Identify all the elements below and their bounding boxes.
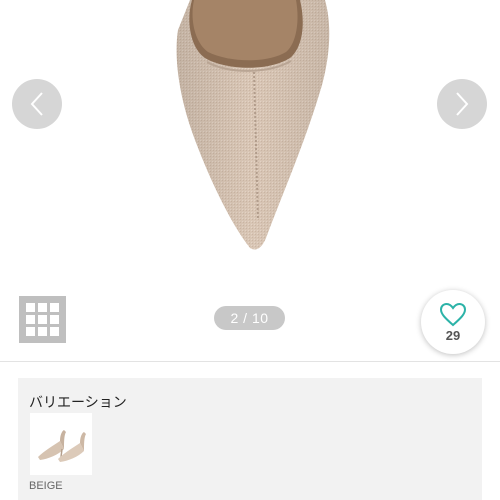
grid-icon	[26, 303, 35, 312]
previous-image-button[interactable]	[12, 79, 62, 129]
chevron-right-icon	[456, 92, 469, 116]
favorite-button[interactable]: 29	[421, 290, 485, 354]
favorite-count: 29	[445, 327, 461, 343]
section-divider	[0, 361, 500, 362]
heart-icon	[439, 302, 467, 326]
variation-swatch-beige[interactable]	[30, 413, 92, 475]
variation-panel: バリエーション BEIGE	[18, 378, 482, 500]
variation-heading: バリエーション	[29, 394, 127, 410]
thumbnail-grid-button[interactable]	[19, 296, 66, 343]
product-image	[176, 0, 330, 250]
chevron-left-icon	[30, 92, 43, 116]
variation-thumbnail	[38, 430, 86, 462]
product-detail-page: 2 / 10 29 バリエーション BEIGE	[0, 0, 500, 500]
variation-label: BEIGE	[29, 480, 63, 492]
image-page-indicator: 2 / 10	[214, 306, 285, 330]
product-image-gallery[interactable]: 2 / 10 29	[0, 0, 500, 360]
next-image-button[interactable]	[437, 79, 487, 129]
